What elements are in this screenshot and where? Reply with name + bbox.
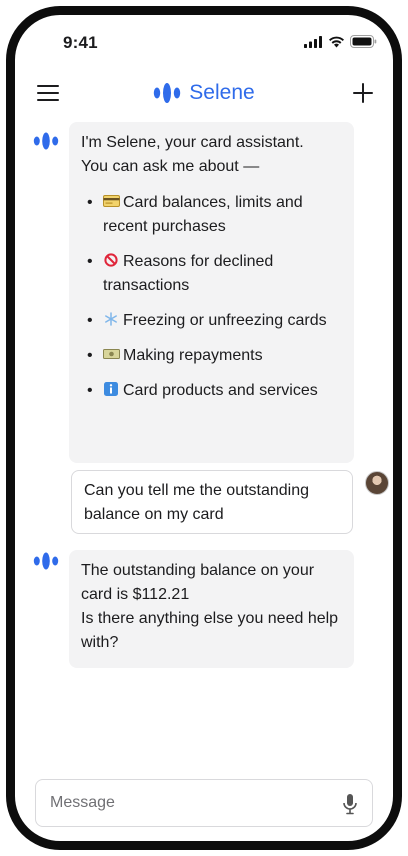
status-time: 9:41 xyxy=(63,33,98,52)
prohibited-icon xyxy=(104,253,118,267)
brand: Selene xyxy=(15,81,393,105)
phone-frame: 9:41 Selene I'm Selene, your card assist… xyxy=(6,6,402,850)
app-title: Selene xyxy=(189,81,255,104)
assistant-message: The outstanding balance on your card is … xyxy=(69,550,354,668)
bullet: • xyxy=(87,194,93,211)
wifi-icon xyxy=(329,36,344,47)
user-avatar xyxy=(365,471,389,495)
message-text: Can you tell me the outstanding balance … xyxy=(84,482,310,523)
message-text: I'm Selene, your card assistant. You can… xyxy=(81,134,304,175)
screen: 9:41 Selene I'm Selene, your card assist… xyxy=(15,15,393,841)
snowflake-icon xyxy=(105,312,117,326)
bullet: • xyxy=(87,253,93,270)
topic-list: • Card balances, limits and recent purch… xyxy=(81,191,342,403)
signal-icon xyxy=(304,35,322,48)
list-item: • Freezing or unfreezing cards xyxy=(81,309,342,333)
microphone-icon[interactable] xyxy=(342,793,358,815)
list-item-text: Making repayments xyxy=(123,347,263,364)
assistant-avatar-icon xyxy=(33,552,59,570)
bullet: • xyxy=(87,312,93,329)
list-item: • Making repayments xyxy=(81,344,342,368)
message-composer xyxy=(35,779,373,827)
list-item: • Card balances, limits and recent purch… xyxy=(81,191,342,239)
assistant-message: I'm Selene, your card assistant. You can… xyxy=(69,122,354,463)
selene-logo-icon xyxy=(154,83,181,103)
information-icon xyxy=(104,382,118,396)
list-item-text: Card balances, limits and recent purchas… xyxy=(103,194,303,235)
credit-card-icon xyxy=(103,195,120,207)
list-item-text: Freezing or unfreezing cards xyxy=(123,312,327,329)
money-icon xyxy=(103,349,120,359)
home-indicator[interactable] xyxy=(147,841,281,846)
list-item-text: Card products and services xyxy=(123,382,318,399)
bullet: • xyxy=(87,382,93,399)
message-text: The outstanding balance on your card is … xyxy=(81,562,339,651)
new-chat-button[interactable] xyxy=(351,81,375,105)
app-header: Selene xyxy=(15,77,393,115)
assistant-avatar-icon xyxy=(33,132,59,150)
bullet: • xyxy=(87,347,93,364)
list-item-text: Reasons for declined transactions xyxy=(103,253,274,294)
list-item: • Reasons for declined transactions xyxy=(81,250,342,298)
message-input[interactable] xyxy=(50,780,330,826)
list-item: • Card products and services xyxy=(81,379,342,403)
battery-icon xyxy=(350,35,377,48)
status-icons xyxy=(304,35,377,48)
user-message: Can you tell me the outstanding balance … xyxy=(71,470,353,534)
